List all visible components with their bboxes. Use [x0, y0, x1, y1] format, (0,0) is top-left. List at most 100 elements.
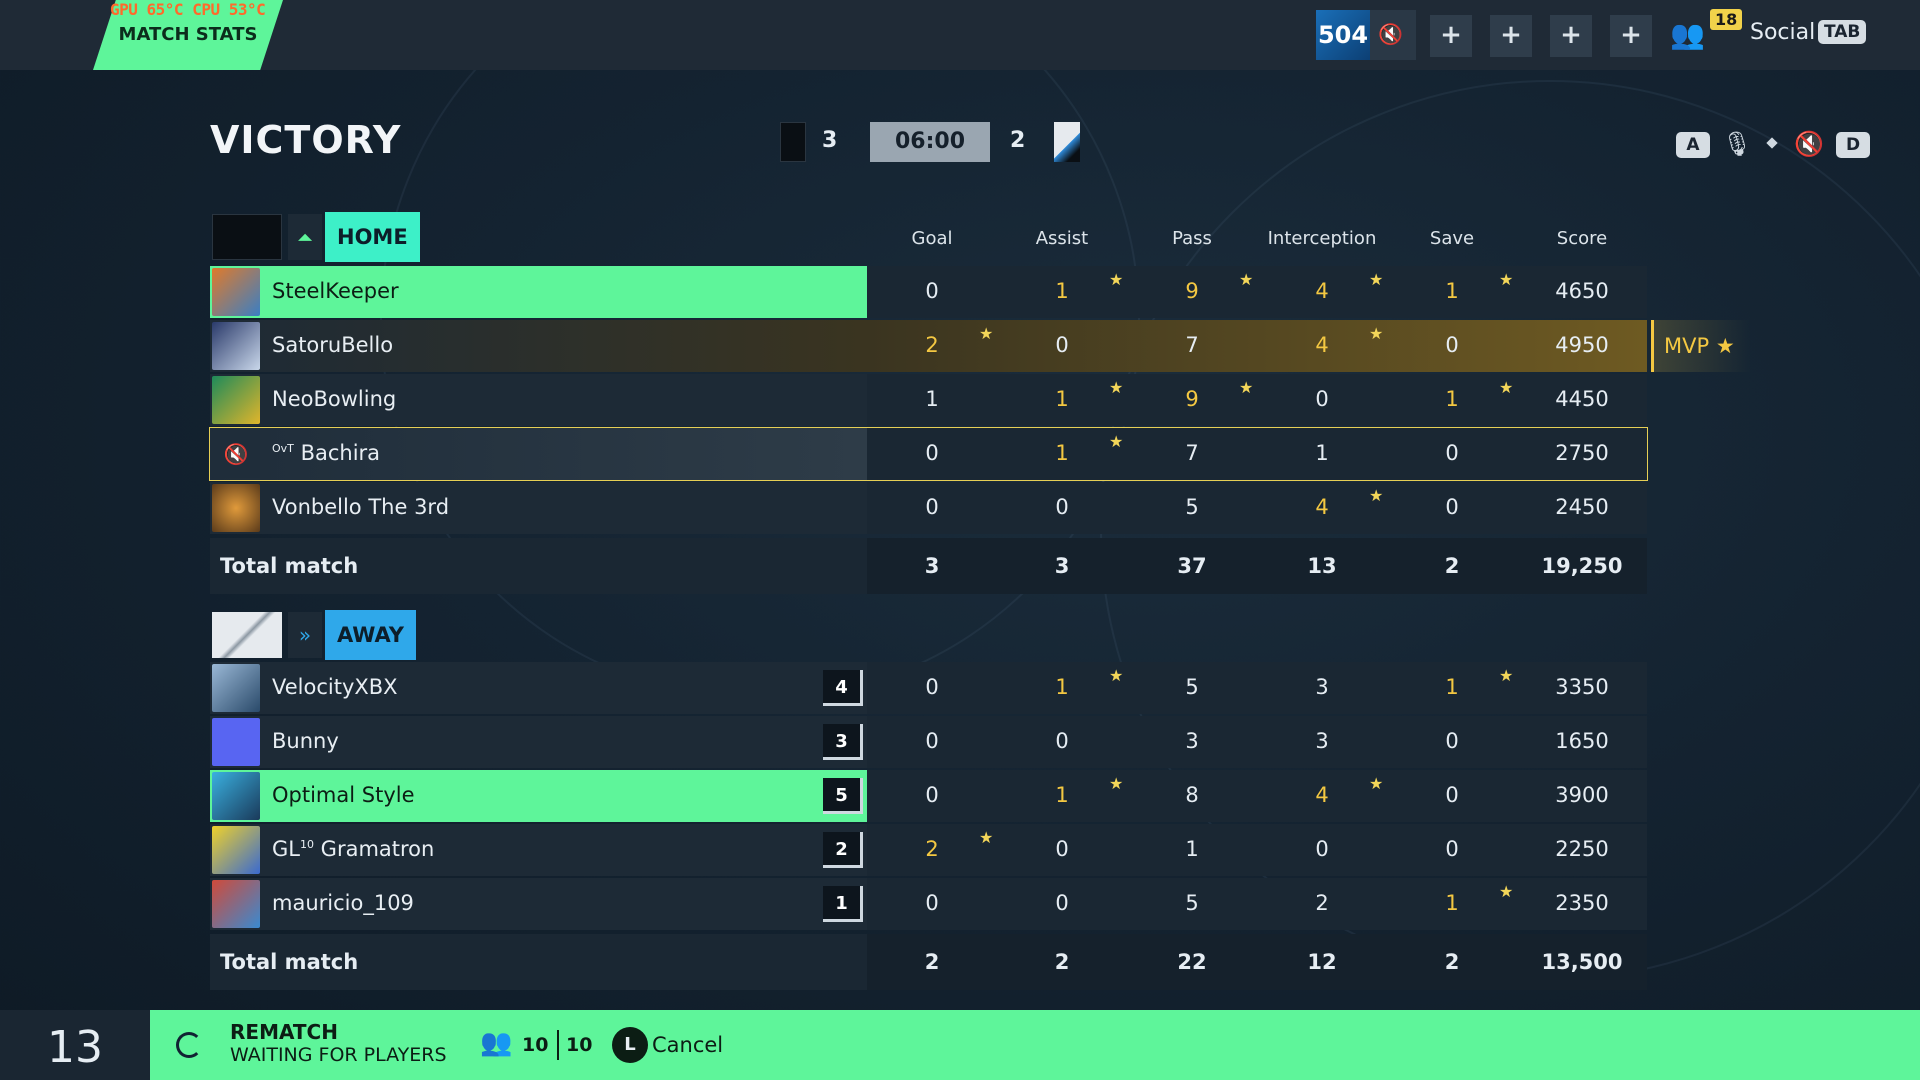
stat-save: 0 — [1445, 783, 1459, 807]
home-team-banner — [212, 214, 282, 260]
add-party-slot-button[interactable]: + — [1610, 15, 1652, 57]
home-team-flag — [780, 122, 806, 162]
total-interception: 13 — [1307, 554, 1337, 578]
player-row[interactable]: SatoruBello 2 ★ 0 7 4 ★ 0 4950 — [210, 320, 1647, 372]
player-stats: 0 1 ★ 9 ★ 4 ★ 1 ★ 4650 — [867, 266, 1647, 318]
waiting-status: WAITING FOR PLAYERS — [230, 1044, 447, 1066]
total-label-cell: Total match — [210, 934, 867, 990]
away-team-label: AWAY — [325, 610, 416, 660]
stat-goal: 2 — [925, 333, 939, 357]
player-name-cell: GL10 Gramatron 2 — [210, 824, 867, 876]
player-level: 504 — [1316, 10, 1370, 60]
stat-goal: 0 — [925, 495, 939, 519]
player-name: Bunny — [272, 729, 339, 753]
stat-score: 2350 — [1555, 891, 1609, 915]
player-stats: 0 0 3 3 0 1650 — [867, 716, 1647, 768]
player-row[interactable]: Vonbello The 3rd 0 0 5 4 ★ 0 2450 — [210, 482, 1647, 534]
total-stats: 2 2 22 12 2 13,500 — [867, 934, 1647, 990]
star-icon: ★ — [1109, 270, 1124, 289]
speaker-muted-icon[interactable]: 🔇 — [212, 430, 260, 478]
avatar — [212, 484, 260, 532]
column-header-assist: Assist — [1035, 228, 1089, 249]
social-button[interactable]: Social — [1750, 20, 1815, 45]
column-header-pass: Pass — [1172, 228, 1212, 249]
stat-pass: 9 — [1185, 387, 1199, 411]
club-tag: OvT — [272, 442, 294, 455]
star-icon: ★ — [1499, 666, 1514, 685]
stat-pass: 5 — [1185, 891, 1199, 915]
rank-badge: 5 — [823, 778, 863, 814]
star-icon: ★ — [1109, 774, 1124, 793]
away-team-banner — [212, 612, 282, 658]
stat-save: 0 — [1445, 495, 1459, 519]
stat-save: 1 — [1445, 387, 1459, 411]
stat-interception: 0 — [1315, 387, 1329, 411]
player-row[interactable]: GL10 Gramatron 2 2 ★ 0 1 0 0 2250 — [210, 824, 1647, 876]
star-icon: ★ — [1499, 882, 1514, 901]
home-team-logo-icon: ⏶ — [288, 214, 322, 260]
stat-interception: 4 — [1315, 495, 1329, 519]
stat-interception: 1 — [1315, 441, 1329, 465]
club-tag: GL — [272, 837, 300, 861]
player-row[interactable]: Optimal Style 5 0 1 ★ 8 4 ★ 0 3900 — [210, 770, 1647, 822]
home-team-label: HOME — [325, 212, 420, 262]
player-name: OvT Bachira — [272, 441, 380, 465]
stat-interception: 3 — [1315, 729, 1329, 753]
key-a-hint[interactable]: A — [1676, 132, 1710, 158]
star-icon: ★ — [1715, 334, 1735, 358]
stat-save: 0 — [1445, 729, 1459, 753]
column-header-save: Save — [1429, 228, 1475, 249]
stat-goal: 0 — [925, 279, 939, 303]
key-d-hint[interactable]: D — [1836, 132, 1870, 158]
stat-interception: 3 — [1315, 675, 1329, 699]
match-result: VICTORY — [210, 118, 402, 162]
player-name: SatoruBello — [272, 333, 394, 357]
player-row[interactable]: SteelKeeper 0 1 ★ 9 ★ 4 ★ 1 ★ 4650 — [210, 266, 1647, 318]
stat-interception: 4 — [1315, 279, 1329, 303]
cancel-button[interactable]: Cancel — [652, 1033, 723, 1057]
l-key-hint[interactable]: L — [612, 1027, 648, 1063]
player-name-cell: SatoruBello — [210, 320, 867, 372]
stat-save: 0 — [1445, 441, 1459, 465]
mic-muted-icon[interactable]: 🎙 — [1722, 130, 1752, 158]
player-name: VelocityXBX — [272, 675, 398, 699]
player-row[interactable]: mauricio_109 1 0 0 5 2 1 ★ 2350 — [210, 878, 1647, 930]
player-level-box[interactable]: 504 🔇 — [1316, 10, 1416, 60]
player-name-cell: SteelKeeper — [210, 266, 867, 318]
add-party-slot-button[interactable]: + — [1490, 15, 1532, 57]
stat-score: 4650 — [1555, 279, 1609, 303]
stat-assist: 0 — [1055, 333, 1069, 357]
player-row-self[interactable]: 🔇 OvT Bachira 0 1 ★ 7 1 0 2750 — [209, 427, 1648, 481]
player-name: mauricio_109 — [272, 891, 414, 915]
stat-interception: 2 — [1315, 891, 1329, 915]
stat-assist: 0 — [1055, 729, 1069, 753]
add-party-slot-button[interactable]: + — [1550, 15, 1592, 57]
stat-score: 4450 — [1555, 387, 1609, 411]
star-icon: ★ — [1499, 378, 1514, 397]
star-icon: ★ — [979, 324, 994, 343]
speaker-muted-icon[interactable]: 🔇 — [1794, 130, 1824, 158]
home-total-row: Total match 3 3 37 13 2 19,250 — [210, 538, 1647, 594]
total-stats: 3 3 37 13 2 19,250 — [867, 538, 1647, 594]
mute-icon: 🔇 — [1378, 22, 1403, 46]
total-label: Total match — [220, 950, 359, 974]
stat-pass: 9 — [1185, 279, 1199, 303]
player-stats: 0 1 ★ 8 4 ★ 0 3900 — [867, 770, 1647, 822]
player-name: GL10 Gramatron — [272, 837, 434, 861]
match-stats-label: MATCH STATS — [118, 24, 258, 45]
rank-badge: 1 — [823, 886, 863, 922]
mvp-label: MVP — [1664, 334, 1710, 358]
player-row[interactable]: Bunny 3 0 0 3 3 0 1650 — [210, 716, 1647, 768]
player-name-cell: NeoBowling — [210, 374, 867, 426]
add-party-slot-button[interactable]: + — [1430, 15, 1472, 57]
friends-icon[interactable]: 👥 — [1670, 18, 1705, 51]
total-assist: 2 — [1054, 950, 1070, 974]
player-row[interactable]: VelocityXBX 4 0 1 ★ 5 3 1 ★ 3350 — [210, 662, 1647, 714]
match-timer: 06:00 — [870, 122, 990, 162]
countdown-panel: 13 — [0, 1010, 150, 1080]
total-assist: 3 — [1054, 554, 1070, 578]
star-icon: ★ — [1369, 270, 1384, 289]
away-total-row: Total match 2 2 22 12 2 13,500 — [210, 934, 1647, 990]
stat-assist: 1 — [1055, 783, 1069, 807]
player-row[interactable]: NeoBowling 1 1 ★ 9 ★ 0 1 ★ 4450 — [210, 374, 1647, 426]
